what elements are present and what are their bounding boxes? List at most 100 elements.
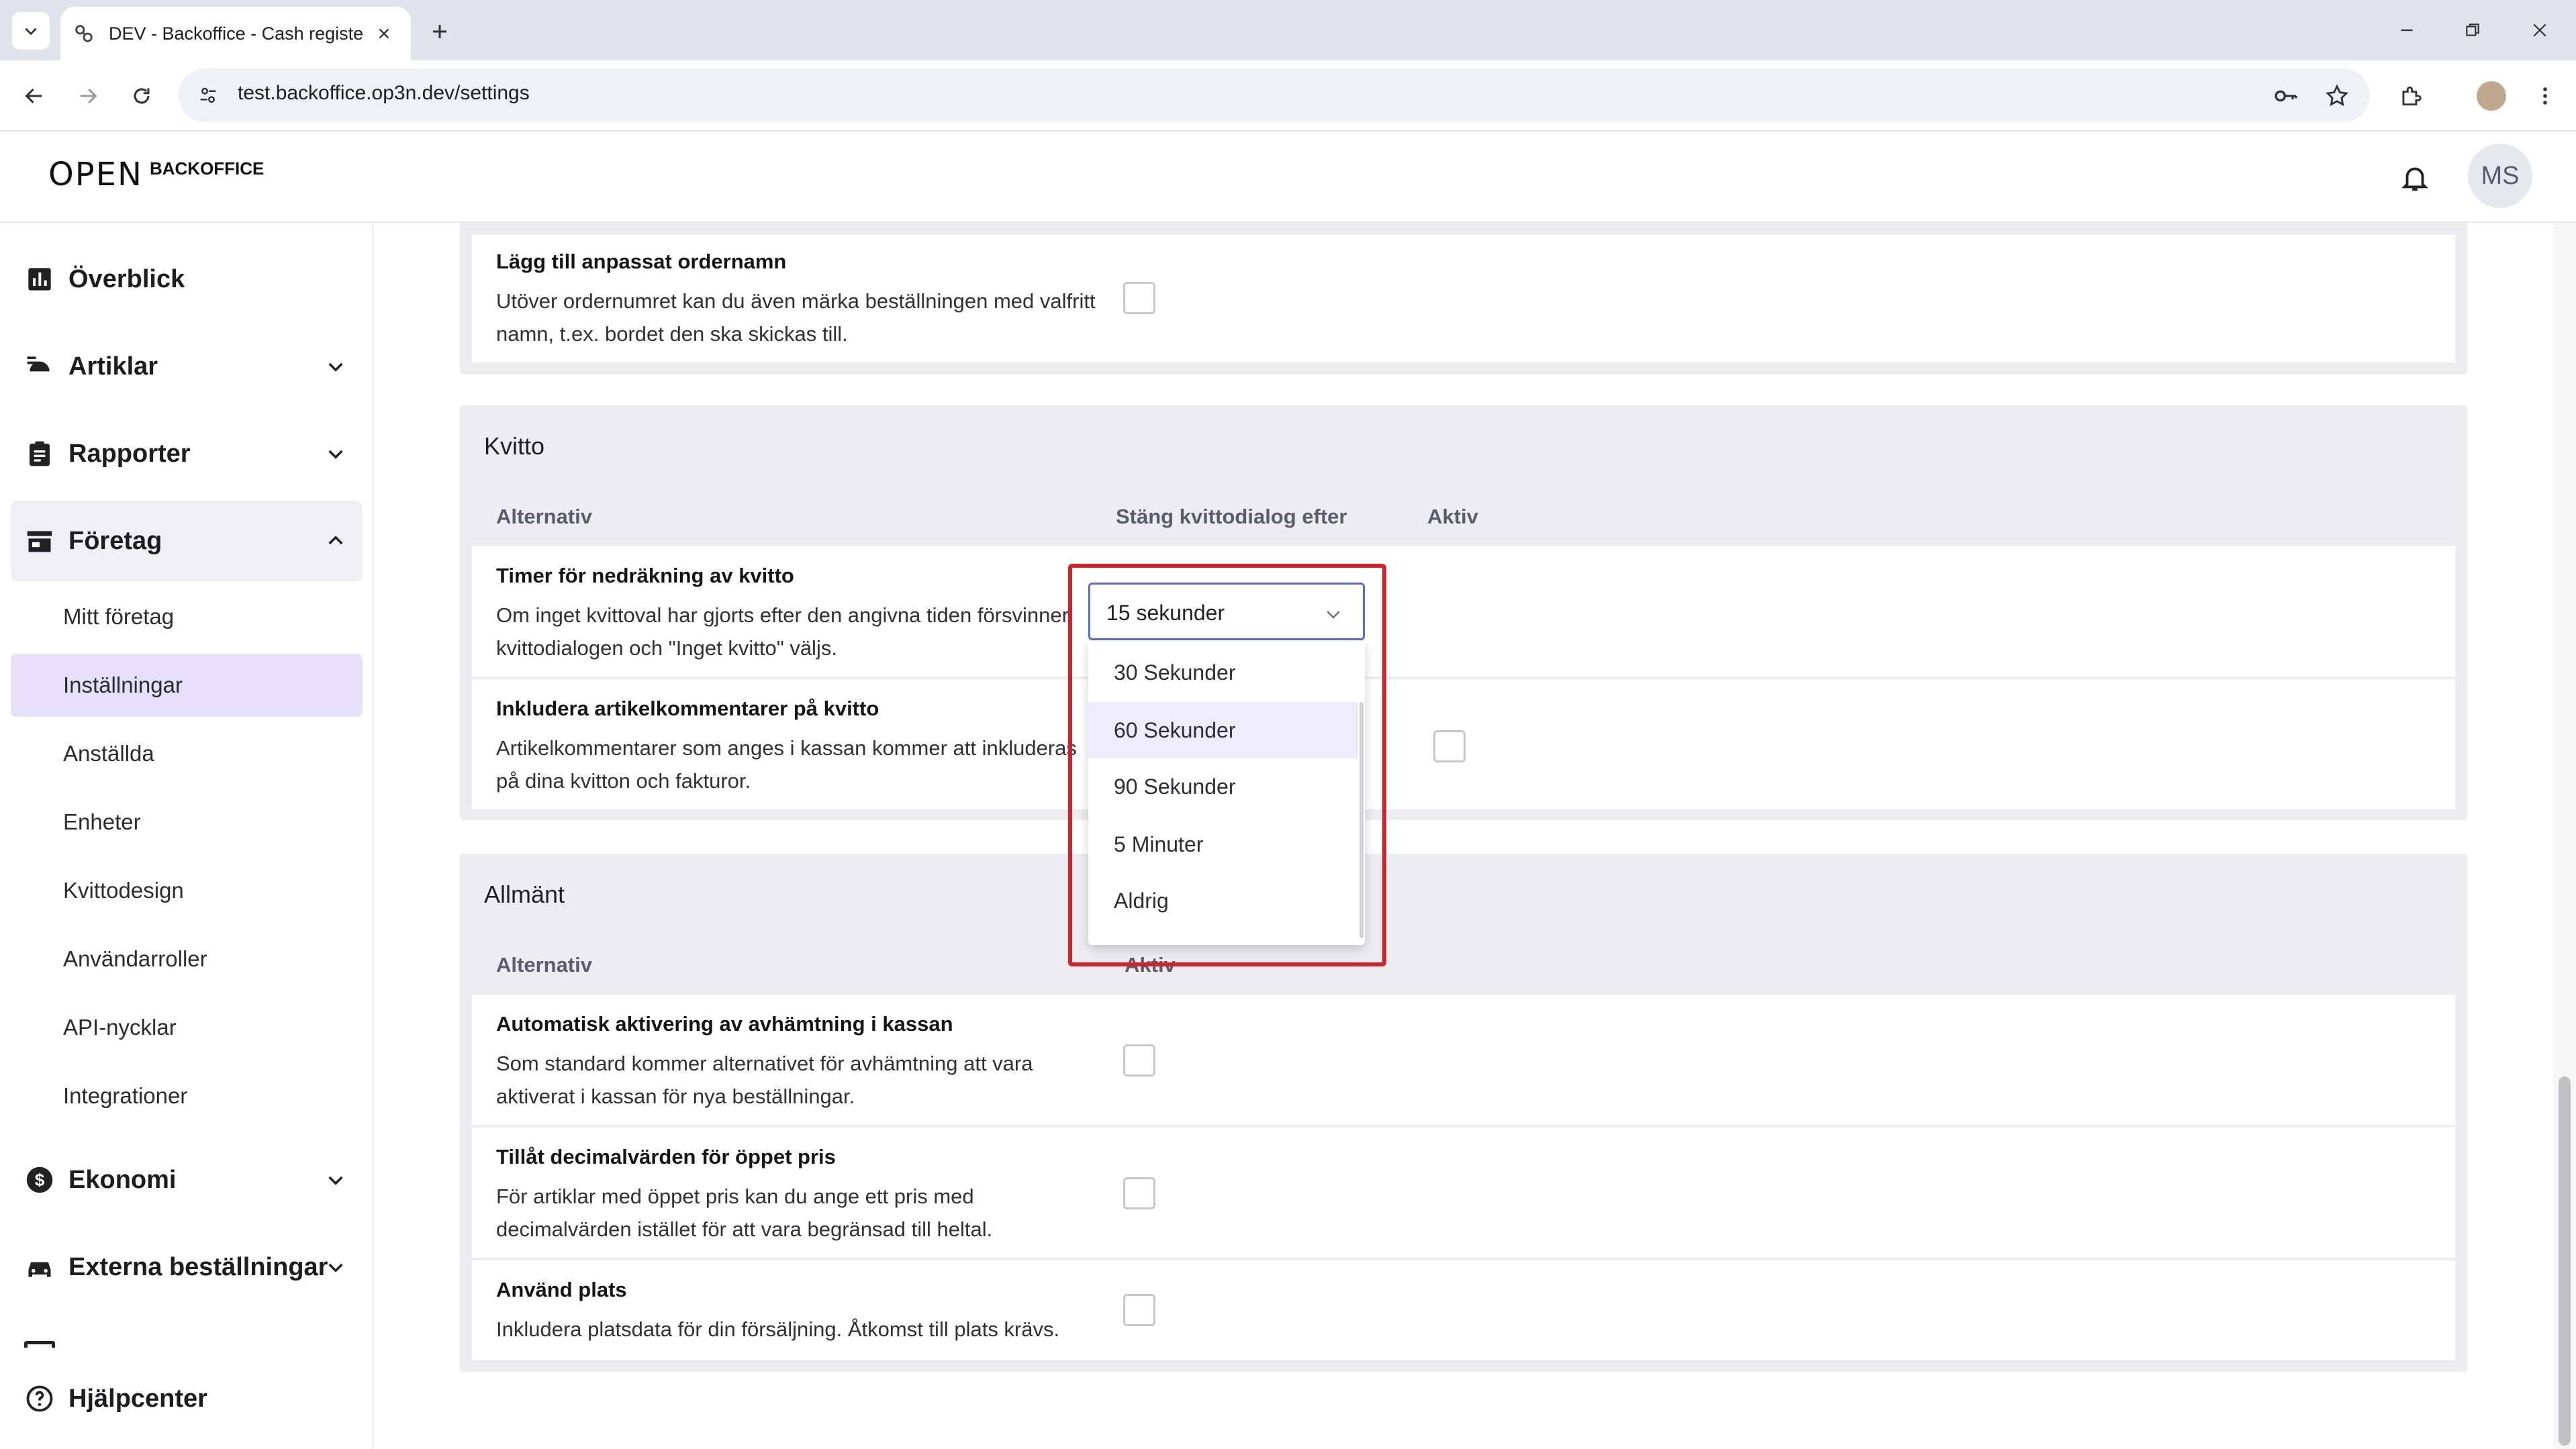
page-scrollbar[interactable]	[2553, 223, 2576, 1449]
app-logo[interactable]: OPEN BACKOFFICE	[48, 156, 264, 193]
sidebar-subitem-api-keys[interactable]: API-nycklar	[11, 996, 363, 1059]
sidebar: Överblick Artiklar Rapporter Företag Mit…	[0, 223, 373, 1449]
user-avatar[interactable]: MS	[2468, 144, 2532, 208]
reload-icon	[134, 88, 150, 104]
browser-toolbar: test.backoffice.op3n.dev/settings	[0, 60, 2576, 132]
dropdown-option-5min[interactable]: 5 Minuter	[1088, 816, 1358, 872]
close-window-button[interactable]	[2516, 13, 2563, 47]
sidebar-item-company[interactable]: Företag	[11, 501, 363, 581]
browser-tab[interactable]: DEV - Backoffice - Cash register	[60, 7, 411, 60]
reload-button[interactable]	[122, 77, 161, 115]
column-header-active: Aktiv	[1125, 953, 1176, 977]
sidebar-item-articles[interactable]: Artiklar	[11, 326, 363, 407]
setting-title: Inkludera artikelkommentarer på kvitto	[496, 697, 879, 720]
sidebar-subitem-employees[interactable]: Anställda	[11, 722, 363, 785]
sidebar-item-partial-icon	[24, 1341, 56, 1348]
setting-title: Använd plats	[496, 1278, 627, 1301]
arrow-right-icon	[80, 88, 97, 104]
profile-button[interactable]	[2472, 77, 2511, 115]
sidebar-subitem-devices[interactable]: Enheter	[11, 791, 363, 854]
sidebar-item-reports[interactable]: Rapporter	[11, 413, 363, 494]
dropdown-option-never[interactable]: Aldrig	[1088, 872, 1358, 929]
card-title-general: Allmänt	[484, 881, 565, 908]
chevron-down-icon	[322, 353, 349, 380]
receipt-close-after-select[interactable]: 15 sekunder	[1088, 583, 1365, 640]
bell-icon	[2401, 167, 2428, 191]
setting-description: Artikelkommentarer som anges i kassan ko…	[496, 736, 1077, 793]
address-bar[interactable]: test.backoffice.op3n.dev/settings	[179, 68, 2370, 122]
sidebar-item-help-center[interactable]: Hjälpcenter	[11, 1358, 363, 1439]
new-tab-button[interactable]	[423, 15, 457, 48]
help-circle-icon	[24, 1383, 55, 1414]
dropdown-option-60s[interactable]: 60 Sekunder	[1088, 702, 1358, 758]
logo-sub: BACKOFFICE	[149, 158, 265, 179]
column-header-close-after: Stäng kvittodialog efter	[1116, 505, 1347, 528]
general-settings-card: Allmänt Alternativ Aktiv Automatisk akti…	[460, 854, 2467, 1372]
article-comments-checkbox[interactable]	[1433, 730, 1466, 762]
use-location-checkbox[interactable]	[1123, 1294, 1155, 1326]
app-favicon-icon	[75, 25, 93, 42]
key-icon	[2275, 90, 2297, 102]
tune-icon	[200, 87, 216, 103]
sidebar-subitem-receipt-design[interactable]: Kvittodesign	[11, 859, 363, 922]
minimize-button[interactable]	[2383, 13, 2430, 47]
sidebar-item-external-orders[interactable]: Externa beställningar	[11, 1227, 363, 1307]
sidebar-subitem-user-roles[interactable]: Användarroller	[11, 928, 363, 991]
setting-row-receipt-timer: Timer för nedräkning av kvitto Om inget …	[472, 546, 2455, 677]
back-button[interactable]	[15, 77, 54, 115]
car-icon	[24, 1252, 55, 1283]
card-title-receipt: Kvitto	[484, 432, 545, 460]
bar-chart-icon	[24, 264, 55, 295]
close-icon	[2533, 23, 2546, 37]
sidebar-label-help: Hjälpcenter	[68, 1384, 207, 1413]
setting-row-article-comments: Inkludera artikelkommentarer på kvitto A…	[472, 679, 2455, 809]
logo-word: OPEN	[48, 156, 143, 193]
bookmark-star-button[interactable]	[2320, 79, 2354, 113]
sidebar-item-overview[interactable]: Överblick	[11, 239, 363, 319]
chevron-down-icon	[1320, 601, 1347, 628]
tab-close-icon[interactable]	[372, 21, 396, 46]
dropdown-option-90s[interactable]: 90 Sekunder	[1088, 758, 1358, 815]
sidebar-label-reports: Rapporter	[68, 439, 191, 468]
app-header: OPEN BACKOFFICE MS	[0, 132, 2576, 223]
settings-content: Lägg till anpassat ordernamn Utöver orde…	[375, 223, 2553, 1449]
order-settings-card: Lägg till anpassat ordernamn Utöver orde…	[460, 223, 2467, 374]
browser-tabstrip: DEV - Backoffice - Cash register	[0, 0, 2576, 60]
password-key-button[interactable]	[2269, 79, 2303, 113]
setting-row-auto-pickup: Automatisk aktivering av avhämtning i ka…	[472, 995, 2455, 1125]
star-icon	[2326, 84, 2348, 107]
sidebar-subitem-settings[interactable]: Inställningar	[11, 654, 363, 717]
auto-pickup-checkbox[interactable]	[1123, 1044, 1155, 1077]
chevron-down-icon	[25, 28, 37, 36]
sidebar-subitem-integrations[interactable]: Integrationer	[11, 1064, 363, 1128]
setting-title: Lägg till anpassat ordernamn	[496, 250, 787, 273]
setting-row-custom-order-name: Lägg till anpassat ordernamn Utöver orde…	[472, 235, 2455, 362]
dropdown-scrollbar[interactable]	[1359, 702, 1364, 938]
sidebar-label-company: Företag	[68, 526, 162, 555]
decimal-open-price-checkbox[interactable]	[1123, 1177, 1155, 1209]
chevron-down-icon	[322, 1254, 349, 1281]
forward-button[interactable]	[68, 77, 107, 115]
setting-description: För artiklar med öppet pris kan du ange …	[496, 1185, 993, 1241]
url-text: test.backoffice.op3n.dev/settings	[238, 82, 530, 104]
minimize-icon	[2401, 29, 2413, 32]
sidebar-label-articles: Artiklar	[68, 352, 158, 381]
profile-avatar-icon	[2477, 81, 2506, 111]
column-header-active: Aktiv	[1427, 505, 1478, 528]
dropdown-option-30s[interactable]: 30 Sekunder	[1088, 644, 1358, 701]
site-info-button[interactable]	[189, 77, 227, 114]
setting-row-use-location: Använd plats Inkludera platsdata för din…	[472, 1260, 2455, 1360]
tab-search-button[interactable]	[12, 12, 50, 50]
page-scrollbar-thumb[interactable]	[2559, 1077, 2571, 1446]
extensions-button[interactable]	[2391, 77, 2430, 115]
sidebar-item-economy[interactable]: $ Ekonomi	[11, 1140, 363, 1220]
setting-title: Automatisk aktivering av avhämtning i ka…	[496, 1012, 953, 1036]
notifications-button[interactable]	[2395, 158, 2434, 197]
custom-order-name-checkbox[interactable]	[1123, 282, 1155, 314]
sidebar-subitem-my-company[interactable]: Mitt företag	[11, 585, 363, 648]
column-header-option: Alternativ	[496, 953, 592, 977]
svg-text:$: $	[35, 1170, 45, 1190]
sidebar-label-overview: Överblick	[68, 264, 185, 293]
browser-menu-button[interactable]	[2526, 77, 2565, 115]
restore-button[interactable]	[2449, 13, 2496, 47]
